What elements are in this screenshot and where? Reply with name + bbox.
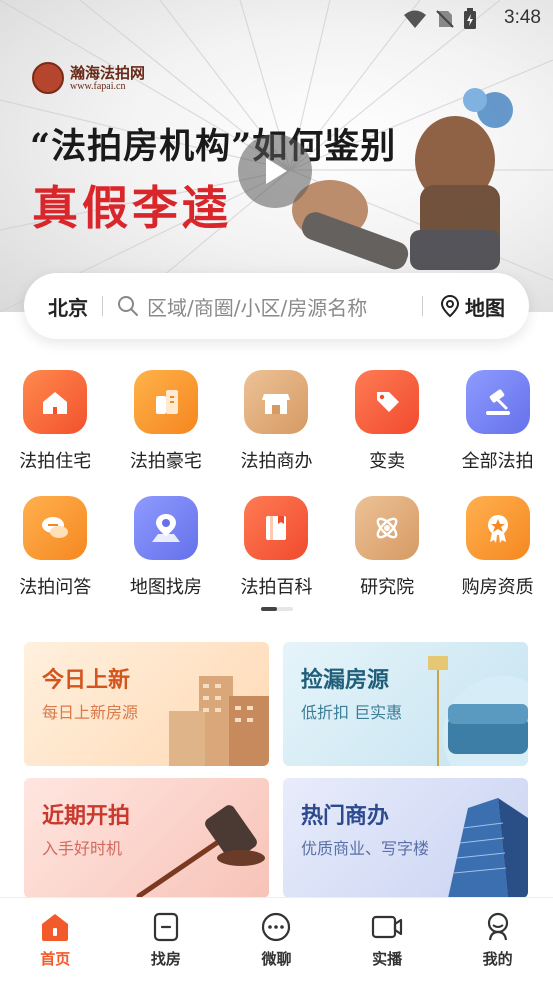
card-subtitle: 优质商业、写字楼: [301, 839, 430, 858]
banner-subheadline: 真假李逵: [32, 181, 232, 235]
page-indicator: [261, 607, 293, 611]
status-bar: 3:48: [0, 0, 553, 40]
brand-logo: 瀚海法拍网 www.fapai.cn: [32, 62, 145, 94]
category-label: 法拍问答: [19, 577, 92, 598]
medal-icon: [465, 496, 530, 560]
brand-url: www.fapai.cn: [70, 80, 126, 92]
search-icon: [118, 296, 138, 316]
building-illustration: [169, 676, 269, 766]
card-title: 近期开拍: [42, 804, 131, 829]
storefront-icon: [244, 370, 309, 434]
category-item[interactable]: 法拍住宅: [0, 370, 111, 496]
category-item[interactable]: 法拍问答: [0, 496, 111, 622]
card-upcoming-auction[interactable]: 近期开拍 入手好时机: [24, 778, 269, 898]
banner-headline: “法拍房机构”如何鉴别: [30, 126, 397, 167]
category-item[interactable]: 购房资质: [442, 496, 553, 622]
nav-label: 找房: [150, 950, 181, 968]
divider: [422, 296, 423, 316]
status-time: 3:48: [504, 7, 541, 28]
nav-chat[interactable]: 微聊: [221, 898, 332, 983]
search-bar[interactable]: 北京 区域/商圈/小区/房源名称 地图: [24, 273, 529, 339]
category-item[interactable]: 全部法拍: [442, 370, 553, 496]
book-icon: [244, 496, 309, 560]
category-item[interactable]: 地图找房: [111, 496, 222, 622]
category-grid: 法拍住宅 法拍豪宅 法拍商办 变卖 全部法拍 法拍问答 地图找房 法拍百科 研究院 购房资质: [0, 370, 553, 622]
nav-home[interactable]: 首页: [0, 898, 111, 983]
category-label: 变卖: [369, 451, 406, 472]
category-item[interactable]: 法拍豪宅: [111, 370, 222, 496]
nav-find-house[interactable]: 找房: [111, 898, 222, 983]
brand-seal-icon: [32, 62, 64, 94]
search-input[interactable]: 区域/商圈/小区/房源名称: [147, 292, 367, 321]
nav-label: 首页: [40, 950, 71, 968]
phone-search-icon: [153, 912, 178, 942]
card-title: 今日上新: [42, 668, 131, 693]
category-label: 全部法拍: [461, 451, 534, 472]
atom-icon: [355, 496, 420, 560]
nav-live[interactable]: 实播: [332, 898, 443, 983]
map-button[interactable]: 地图: [439, 292, 505, 321]
category-item[interactable]: 研究院: [332, 496, 443, 622]
location-pin-icon: [440, 294, 460, 318]
category-item[interactable]: 变卖: [332, 370, 443, 496]
house-icon: [23, 370, 88, 434]
chat-icon: [23, 496, 88, 560]
gavel-illustration: [136, 805, 265, 898]
category-item[interactable]: 法拍商办: [221, 370, 332, 496]
nav-label: 微聊: [261, 950, 292, 968]
no-sim-icon: [436, 10, 454, 28]
category-label: 法拍商办: [240, 451, 313, 472]
chat-bubble-icon: [262, 912, 291, 942]
video-camera-icon: [371, 915, 403, 939]
card-bargain[interactable]: 捡漏房源 低折扣 巨实惠: [283, 642, 528, 766]
category-label: 法拍住宅: [19, 451, 92, 472]
card-subtitle: 入手好时机: [42, 839, 123, 858]
category-label: 购房资质: [461, 577, 534, 598]
bottom-nav: 首页 找房 微聊 实播 我的: [0, 897, 553, 983]
card-title: 热门商办: [301, 804, 390, 829]
category-item[interactable]: 法拍百科: [221, 496, 332, 622]
category-label: 研究院: [360, 577, 415, 598]
promo-banner[interactable]: 3:48 瀚海法拍网 www.fapai.cn “法拍房机构”如何鉴别 真假李逵: [0, 0, 553, 312]
wifi-icon: [404, 10, 426, 28]
battery-charging-icon: [464, 8, 476, 29]
map-pin-icon: [133, 496, 198, 560]
gavel-icon: [465, 370, 530, 434]
brand-name: 瀚海法拍网: [70, 63, 146, 82]
divider: [102, 296, 103, 316]
nav-profile[interactable]: 我的: [442, 898, 553, 983]
card-title: 捡漏房源: [301, 668, 390, 693]
category-label: 地图找房: [129, 577, 202, 598]
page-indicator-active: [261, 607, 277, 611]
card-subtitle: 每日上新房源: [42, 703, 139, 722]
city-selector[interactable]: 北京: [48, 292, 88, 321]
building-icon: [133, 370, 198, 434]
card-subtitle: 低折扣 巨实惠: [301, 703, 403, 722]
user-icon: [487, 912, 508, 941]
nav-label: 实播: [372, 950, 403, 968]
home-icon: [42, 914, 69, 941]
tag-icon: [355, 370, 420, 434]
category-label: 法拍豪宅: [129, 451, 202, 472]
sofa-illustration: [428, 656, 528, 766]
play-icon: [266, 158, 287, 184]
map-label: 地图: [465, 295, 505, 320]
category-label: 法拍百科: [240, 577, 313, 598]
cartoon-figures: [292, 88, 513, 270]
card-hot-commercial[interactable]: 热门商办 优质商业、写字楼: [283, 778, 528, 898]
play-button[interactable]: [238, 134, 312, 208]
card-new-today[interactable]: 今日上新 每日上新房源: [24, 642, 269, 766]
nav-label: 我的: [482, 950, 513, 968]
